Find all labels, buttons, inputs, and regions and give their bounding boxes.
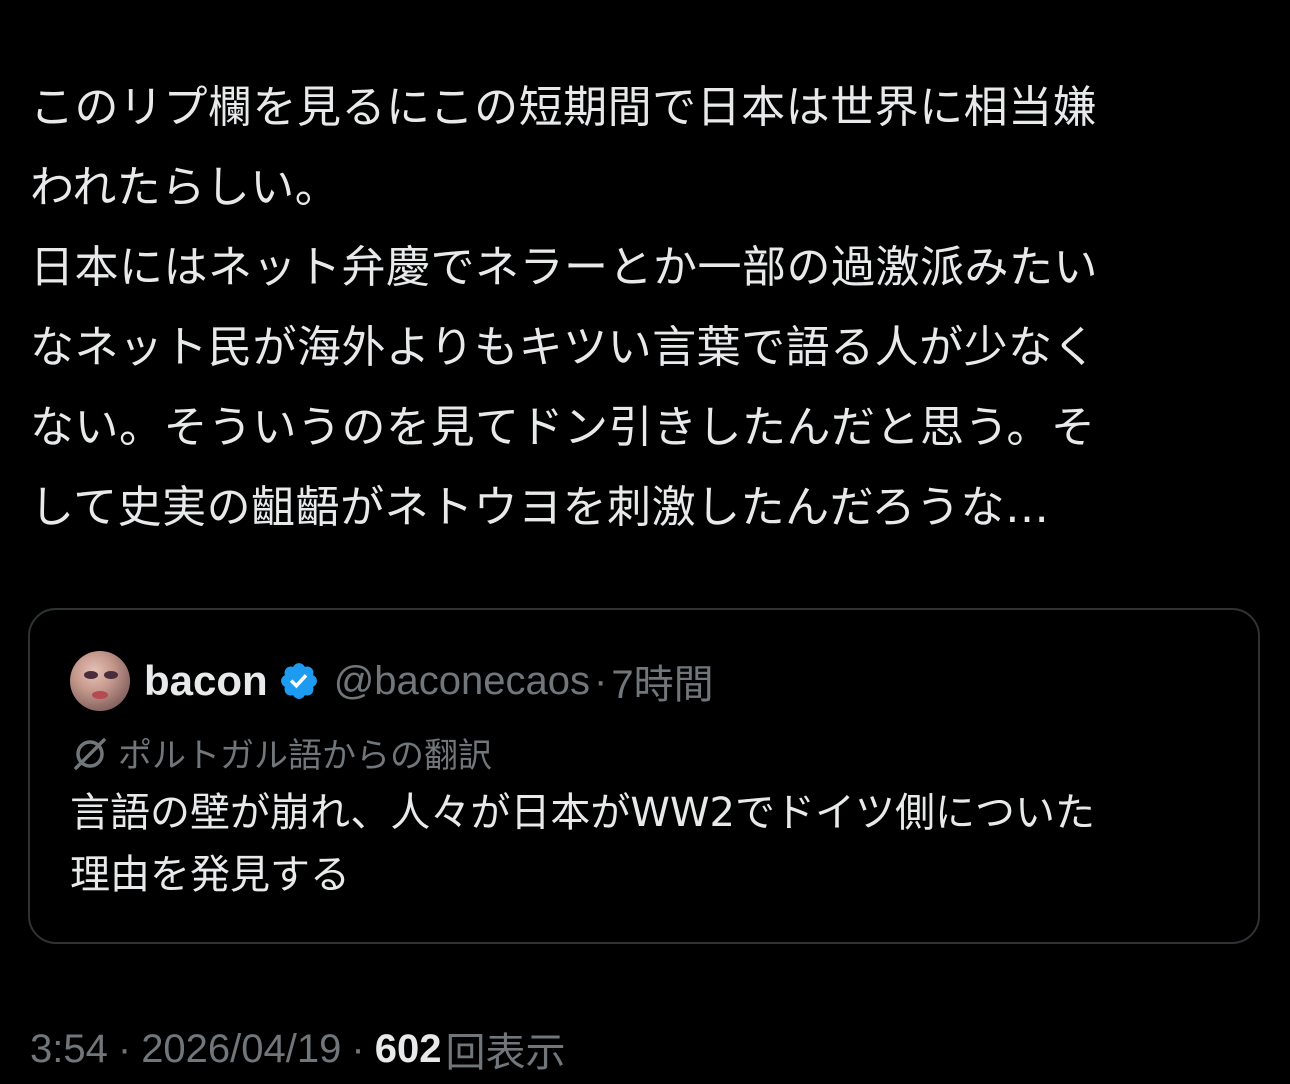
tweet-text-line: なネット民が海外よりもキツい言葉で語る人が少なく — [30, 322, 1098, 373]
avatar-detail — [84, 671, 98, 679]
views-label: 回表示 — [445, 1030, 566, 1076]
view-count[interactable]: 602 — [375, 1027, 442, 1072]
quoted-tweet-text: 言語の壁が崩れ、人々が日本がWW2でドイツ側についた 理由を発見する — [70, 782, 1230, 906]
avatar-detail — [92, 691, 108, 699]
separator-dot: · — [117, 1026, 132, 1071]
tweet-text-line: このリプ欄を見るにこの短期間で日本は世界に相当嫌 — [30, 82, 1098, 133]
tweet-text: このリプ欄を見るにこの短期間で日本は世界に相当嫌 われたらしい。 日本にはネット… — [30, 68, 1260, 548]
translation-notice: ポルトガル語からの翻訳 — [70, 728, 492, 777]
verified-badge-icon — [280, 663, 317, 699]
quoted-tweet-text-line: 理由を発見する — [70, 852, 350, 898]
user-handle[interactable]: @baconecaos — [334, 659, 590, 704]
translation-label: ポルトガル語からの翻訳 — [118, 736, 492, 776]
quoted-tweet-card[interactable]: bacon @baconecaos · 7時間 ポルトガル語からの翻訳 言語の壁… — [28, 608, 1260, 944]
tweet-text-line: して史実の齟齬がネトウヨを刺激したんだろうな… — [30, 482, 1050, 533]
post-time[interactable]: 7時間 — [611, 652, 713, 710]
tweet-text-line: 日本にはネット弁慶でネラーとか一部の過激派みたい — [30, 242, 1098, 293]
tweet-meta: 3:54 · 2026/04/19 · 602 回表示 — [30, 1020, 565, 1078]
tweet-text-line: われたらしい。 — [30, 162, 340, 213]
display-name[interactable]: bacon — [144, 657, 268, 705]
quoted-tweet-header: bacon @baconecaos · 7時間 — [70, 650, 714, 712]
separator-dot: · — [351, 1026, 365, 1071]
translate-icon — [74, 737, 106, 770]
separator-dot: · — [594, 658, 608, 703]
tweet-text-line: ない。そういうのを見てドン引きしたんだと思う。そ — [30, 402, 1096, 453]
tweet-time[interactable]: 3:54 — [30, 1027, 108, 1072]
quoted-tweet-text-line: 言語の壁が崩れ、人々が日本がWW2でドイツ側についた — [70, 790, 1095, 836]
tweet-date[interactable]: 2026/04/19 — [141, 1027, 341, 1072]
user-avatar[interactable] — [70, 651, 130, 711]
avatar-detail — [104, 671, 118, 679]
